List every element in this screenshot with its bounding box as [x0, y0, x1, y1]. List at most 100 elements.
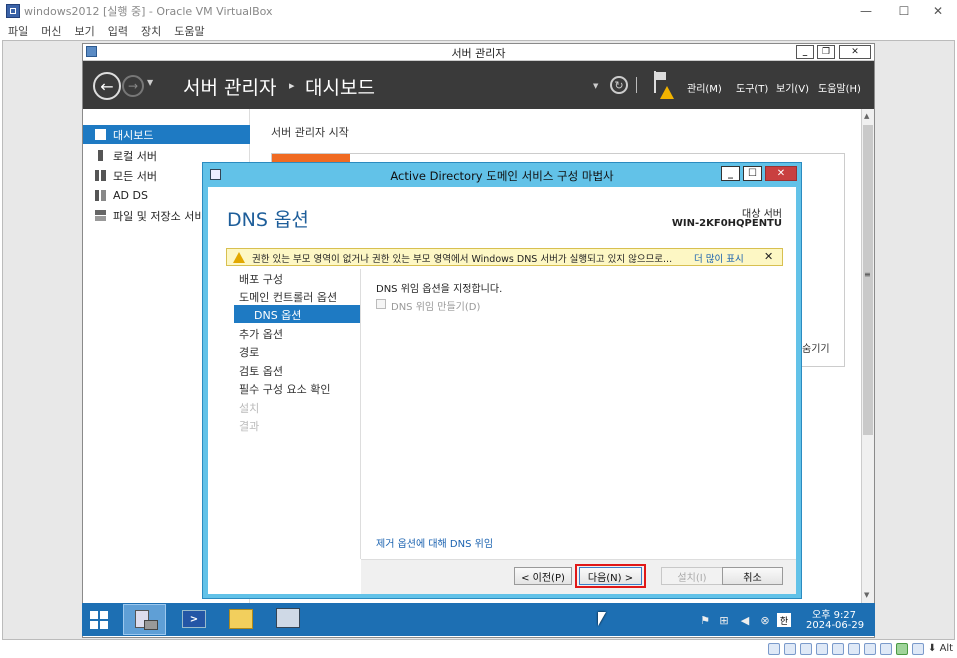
virtualbox-title-bar: windows2012 [실행 중] - Oracle VM VirtualBo… — [0, 0, 957, 22]
update-icon[interactable]: ⊗ — [758, 613, 772, 627]
close-icon[interactable]: ✕ — [765, 166, 797, 181]
step-review[interactable]: 검토 옵션 — [239, 363, 283, 379]
menu-help[interactable]: 도움말 — [174, 23, 204, 39]
virtualbox-app-icon — [6, 4, 20, 18]
forward-button[interactable]: → — [122, 75, 144, 97]
virtualbox-menu-bar: 파일 머신 보기 입력 장치 도움말 — [0, 22, 957, 40]
taskbar-remote-desktop-icon[interactable] — [276, 608, 300, 628]
volume-muted-icon[interactable]: ◀ — [738, 613, 752, 627]
close-icon[interactable]: ✕ — [839, 45, 871, 59]
server-manager-title-bar: 서버 관리자 _ ❐ ✕ — [83, 44, 874, 61]
menu-view[interactable]: 보기(V) — [776, 80, 809, 95]
dismiss-warning-icon[interactable]: ✕ — [764, 250, 773, 263]
maximize-icon[interactable]: ☐ — [743, 166, 762, 181]
menu-file[interactable]: 파일 — [8, 23, 28, 39]
warning-triangle-icon — [660, 86, 674, 99]
ad-ds-configuration-wizard: Active Directory 도메인 서비스 구성 마법사 _ ☐ ✕ DN… — [202, 162, 802, 599]
dns-delegation-checkbox[interactable] — [376, 299, 386, 309]
menu-tools[interactable]: 도구(T) — [736, 80, 768, 95]
taskbar-server-manager-icon[interactable] — [123, 604, 166, 635]
virtualbox-window-title: windows2012 [실행 중] - Oracle VM VirtualBo… — [24, 5, 273, 18]
warning-bar: 권한 있는 부모 영역이 없거나 권한 있는 부모 영역에서 Windows D… — [226, 248, 783, 266]
start-button[interactable] — [90, 611, 108, 629]
dashboard-icon — [95, 129, 106, 140]
refresh-icon[interactable]: ↻ — [610, 76, 628, 94]
minimize-icon[interactable]: _ — [796, 45, 814, 59]
dns-delegation-label: DNS 위임 만들기(D) — [391, 302, 481, 313]
scroll-down-arrow-icon[interactable]: ▼ — [864, 591, 869, 599]
menu-help[interactable]: 도움말(H) — [818, 80, 861, 95]
mouse-integration-icon[interactable] — [912, 643, 924, 655]
usb-icon[interactable] — [832, 643, 844, 655]
step-dns-options[interactable]: DNS 옵션 — [254, 307, 301, 323]
notifications-flag-icon[interactable] — [652, 71, 678, 101]
file-storage-icon — [95, 210, 106, 221]
audio-icon[interactable] — [800, 643, 812, 655]
ad-ds-icon — [95, 190, 106, 201]
cancel-button[interactable]: 취소 — [722, 567, 783, 585]
vertical-scrollbar[interactable]: ▲ ≡ ▼ — [861, 109, 874, 604]
history-dropdown-icon[interactable]: ▼ — [147, 78, 153, 87]
clock-date[interactable]: 2024-06-29 — [806, 620, 864, 631]
menu-devices[interactable]: 장치 — [141, 23, 161, 39]
hard-disk-icon[interactable] — [768, 643, 780, 655]
step-dc-options[interactable]: 도메인 컨트롤러 옵션 — [239, 289, 337, 305]
dns-delegation-help-link[interactable]: 제거 옵션에 대해 DNS 위임 — [376, 535, 493, 550]
clock-time[interactable]: 오후 9:27 — [812, 606, 856, 621]
local-server-icon — [98, 150, 103, 161]
menu-machine[interactable]: 머신 — [41, 23, 61, 39]
step-additional[interactable]: 추가 옵션 — [239, 326, 283, 342]
step-deployment[interactable]: 배포 구성 — [239, 271, 283, 287]
scroll-grip-icon: ≡ — [864, 270, 871, 279]
maximize-icon[interactable]: ☐ — [886, 0, 922, 22]
wizard-title: Active Directory 도메인 서비스 구성 마법사 — [390, 169, 614, 183]
display-icon[interactable] — [864, 643, 876, 655]
wizard-title-bar: Active Directory 도메인 서비스 구성 마법사 _ ☐ ✕ — [203, 163, 801, 187]
welcome-heading: 서버 관리자 시작 — [271, 126, 349, 139]
instruction-text: DNS 위임 옵션을 지정합니다. — [376, 284, 503, 295]
minimize-icon[interactable]: _ — [721, 166, 740, 181]
taskbar-powershell-icon[interactable]: > — [182, 610, 206, 628]
minimize-icon[interactable]: — — [848, 0, 884, 22]
nav-item-dashboard[interactable]: 대시보드 — [83, 125, 250, 144]
shared-folders-icon[interactable] — [848, 643, 860, 655]
warning-text: 권한 있는 부모 영역이 없거나 권한 있는 부모 영역에서 Windows D… — [252, 254, 673, 265]
breadcrumb-current: 대시보드 — [305, 77, 375, 99]
wizard-body: DNS 옵션 대상 서버 WIN-2KF0HQPENTU 권한 있는 부모 영역… — [208, 187, 796, 594]
server-manager-header: ← → ▼ 서버 관리자 ▸ 대시보드 ▼ ↻ 관리(M) 도구(T) 보기(V… — [83, 61, 874, 109]
menu-view[interactable]: 보기 — [75, 23, 95, 39]
host-key-label: Alt — [939, 643, 954, 654]
ime-indicator[interactable]: 한 — [777, 613, 791, 627]
network-adapter-icon[interactable] — [816, 643, 828, 655]
nav-item-label: 대시보드 — [113, 128, 154, 142]
header-divider — [636, 77, 637, 93]
recording-icon[interactable] — [880, 643, 892, 655]
close-icon[interactable]: ✕ — [920, 0, 956, 22]
server-manager-title: 서버 관리자 — [451, 47, 506, 60]
virtualization-icon[interactable] — [896, 643, 908, 655]
action-center-flag-icon[interactable]: ⚑ — [698, 613, 712, 627]
all-servers-icon — [95, 170, 106, 181]
next-button[interactable]: 다음(N) > — [579, 567, 642, 585]
optical-drive-icon[interactable] — [784, 643, 796, 655]
virtualbox-status-bar: ⬇ Alt — [0, 640, 957, 658]
back-button[interactable]: ← — [93, 72, 121, 100]
menu-input[interactable]: 입력 — [108, 23, 128, 39]
breadcrumb-root: 서버 관리자 — [183, 77, 277, 99]
refresh-dropdown-icon[interactable]: ▼ — [593, 82, 598, 90]
taskbar-file-explorer-icon[interactable] — [229, 609, 253, 629]
scroll-up-arrow-icon[interactable]: ▲ — [864, 112, 869, 120]
restore-icon[interactable]: ❐ — [817, 45, 835, 59]
step-prerequisites[interactable]: 필수 구성 요소 확인 — [239, 381, 330, 397]
menu-manage[interactable]: 관리(M) — [687, 80, 722, 95]
step-paths[interactable]: 경로 — [239, 344, 259, 360]
host-key-indicator[interactable]: ⬇ Alt — [928, 643, 953, 654]
show-more-link[interactable]: 더 많이 표시 — [694, 251, 744, 265]
step-results: 결과 — [239, 420, 260, 433]
network-icon[interactable]: ⊞ — [717, 613, 731, 627]
scroll-thumb[interactable] — [863, 125, 873, 435]
hide-welcome-link[interactable]: 숨기기 — [802, 340, 830, 355]
warning-triangle-icon — [233, 252, 245, 263]
breadcrumb-separator: ▸ — [289, 79, 295, 92]
previous-button[interactable]: < 이전(P) — [514, 567, 572, 585]
